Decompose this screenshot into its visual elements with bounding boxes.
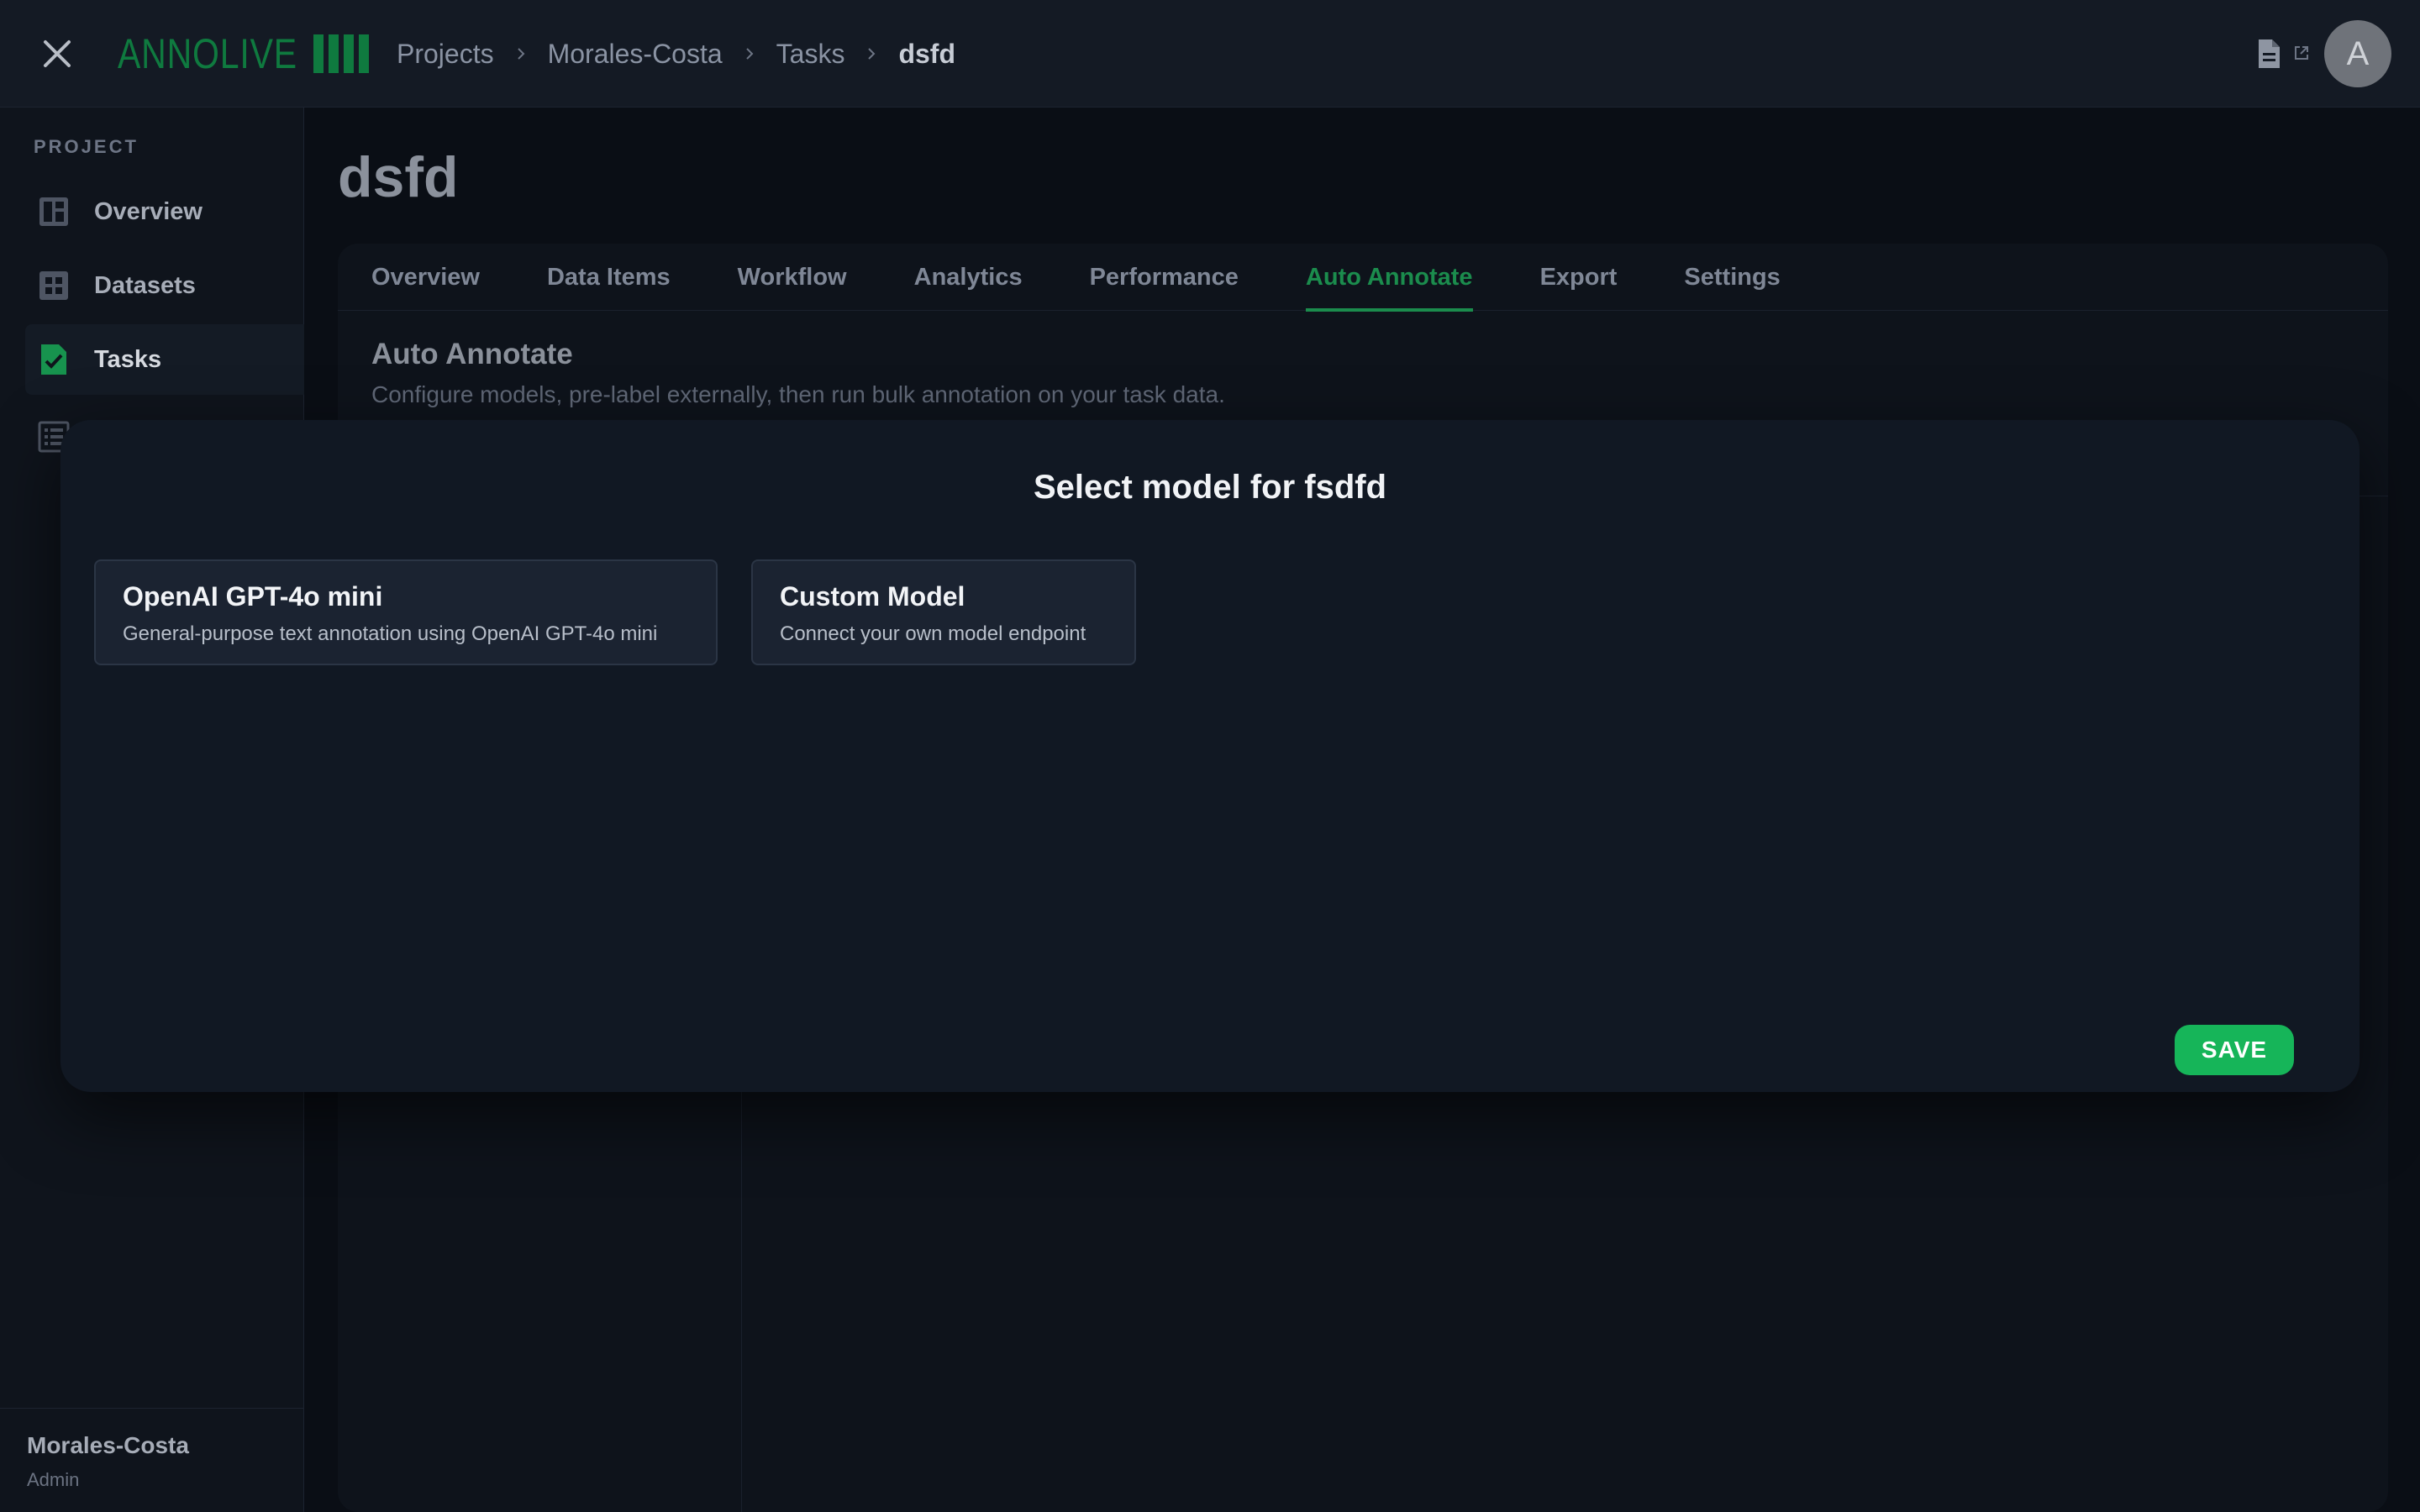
grid-icon	[39, 271, 68, 300]
top-bar: ANNOLIVE Projects Morales-Costa Tasks ds…	[0, 0, 2420, 108]
tab-bar: Overview Data Items Workflow Analytics P…	[338, 244, 2388, 312]
section-description: Configure models, pre-label externally, …	[371, 381, 1225, 407]
close-icon[interactable]	[37, 34, 77, 74]
logo-bars-icon	[313, 34, 369, 73]
tab-settings[interactable]: Settings	[1684, 244, 1780, 311]
model-description: General-purpose text annotation using Op…	[123, 622, 658, 645]
sidebar-item-tasks[interactable]: Tasks	[25, 324, 304, 395]
chevron-right-icon	[517, 48, 525, 60]
tab-overview[interactable]: Overview	[371, 244, 480, 311]
org-name: Morales-Costa	[27, 1432, 189, 1458]
chevron-right-icon	[868, 48, 876, 60]
app-logo[interactable]: ANNOLIVE	[118, 30, 369, 77]
sidebar-item-label: Datasets	[94, 271, 196, 299]
document-icon[interactable]	[2252, 37, 2286, 71]
tab-data-items[interactable]: Data Items	[547, 244, 671, 311]
model-option-gpt-4o-mini[interactable]: OpenAI GPT-4o mini General-purpose text …	[94, 559, 718, 665]
section-title: Auto Annotate	[371, 338, 573, 370]
chevron-right-icon	[745, 48, 754, 60]
breadcrumb-projects[interactable]: Projects	[397, 39, 494, 70]
breadcrumb-project[interactable]: Morales-Costa	[548, 39, 723, 70]
breadcrumb: Projects Morales-Costa Tasks dsfd	[397, 34, 955, 74]
dialog-title: Select model for fsdfd	[1033, 469, 1387, 506]
sidebar-section-label: PROJECT	[34, 136, 139, 157]
tab-performance[interactable]: Performance	[1090, 244, 1239, 311]
model-description: Connect your own model endpoint	[780, 622, 1086, 645]
logo-text: ANNOLIVE	[118, 30, 297, 77]
sidebar-item-label: Overview	[94, 197, 203, 225]
sidebar-item-datasets[interactable]: Datasets	[25, 250, 304, 321]
model-name: OpenAI GPT-4o mini	[123, 581, 383, 612]
model-option-custom[interactable]: Custom Model Connect your own model endp…	[751, 559, 1136, 665]
app-root: ANNOLIVE Projects Morales-Costa Tasks ds…	[0, 0, 2420, 1512]
dashboard-icon	[39, 197, 68, 226]
tab-export[interactable]: Export	[1540, 244, 1618, 311]
sidebar-item-overview[interactable]: Overview	[25, 176, 304, 247]
task-check-icon	[41, 344, 66, 375]
external-link-icon[interactable]	[2292, 44, 2311, 62]
sidebar-item-label: Tasks	[94, 345, 162, 373]
page-title: dsfd	[338, 145, 459, 209]
select-model-dialog: Select model for fsdfd OpenAI GPT-4o min…	[60, 420, 2360, 1092]
breadcrumb-tasks[interactable]: Tasks	[776, 39, 845, 70]
tab-auto-annotate[interactable]: Auto Annotate	[1305, 244, 1473, 312]
model-name: Custom Model	[780, 581, 965, 612]
avatar[interactable]: A	[2324, 20, 2391, 87]
org-info[interactable]: Morales-Costa Admin	[0, 1408, 304, 1512]
tab-analytics[interactable]: Analytics	[914, 244, 1023, 311]
save-button[interactable]: SAVE	[2175, 1025, 2294, 1075]
tab-workflow[interactable]: Workflow	[738, 244, 847, 311]
org-role: Admin	[27, 1469, 80, 1490]
breadcrumb-current: dsfd	[898, 38, 955, 69]
